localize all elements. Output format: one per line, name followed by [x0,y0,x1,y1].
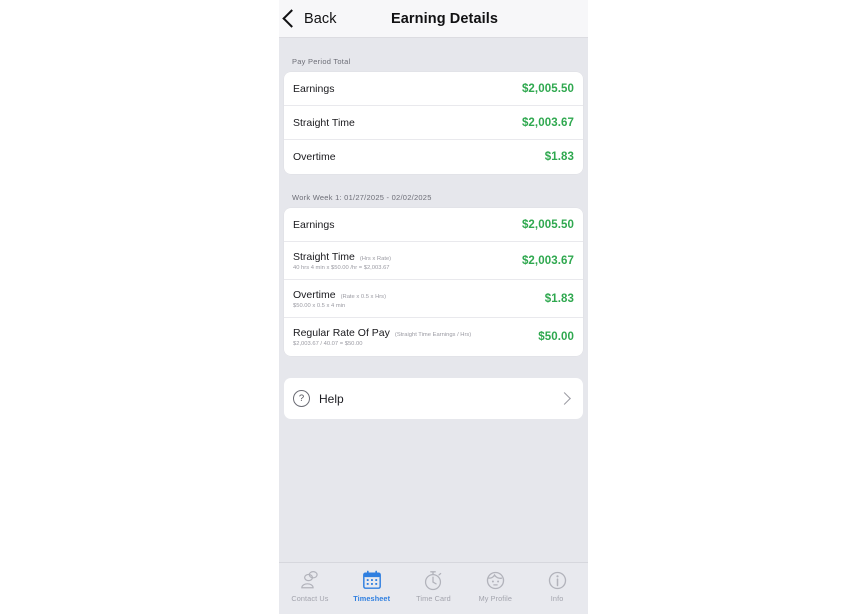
row-amount: $2,003.67 [521,116,574,129]
help-row[interactable]: ? Help [284,378,583,419]
tab-label: Info [550,594,564,603]
bottom-tab-bar: Contact Us Timesheet Time Card My Profil… [279,562,588,614]
tab-label: My Profile [478,594,512,603]
tab-info[interactable]: Info [526,569,588,603]
row-calculation: 40 hrs 4 min x $50.00 /hr = $2,003.67 [293,264,390,271]
chevron-left-icon [282,9,301,28]
tab-time-card[interactable]: Time Card [403,569,465,603]
row-label-group: Straight Time [293,117,355,129]
row-title-line: Straight Time (Hrs x Rate) [293,251,391,263]
pay-period-total-card: Earnings $2,005.50 Straight Time $2,003.… [284,72,583,174]
row-title-line: Overtime (Rate x 0.5 x Hrs) [293,289,386,301]
row-label-group: Regular Rate Of Pay (Straight Time Earni… [293,327,471,347]
table-row[interactable]: Straight Time (Hrs x Rate) 40 hrs 4 min … [284,242,583,280]
table-row[interactable]: Straight Time $2,003.67 [284,106,583,140]
section-header-work-week-1: Work Week 1: 01/27/2025 - 02/02/2025 [292,193,432,202]
row-label-group: Overtime (Rate x 0.5 x Hrs) $50.00 x 0.5… [293,289,386,309]
info-circle-icon [546,569,568,591]
tab-my-profile[interactable]: My Profile [464,569,526,603]
row-title: Earnings [293,82,335,95]
help-label: Help [319,391,344,406]
row-label-group: Earnings [293,83,334,95]
navigation-bar: Back Earning Details [279,0,588,38]
chevron-right-icon [558,392,571,405]
help-section: ? Help [284,356,583,419]
table-row[interactable]: Regular Rate Of Pay (Straight Time Earni… [284,318,583,356]
row-amount: $2,005.50 [521,82,574,95]
table-row[interactable]: Overtime $1.83 [284,140,583,174]
row-formula: (Hrs x Rate) [359,255,392,262]
row-title: Straight Time [293,250,355,263]
screenshot-stage: Back Earning Details Pay Period Total Ea… [0,0,866,614]
stopwatch-icon [422,569,444,591]
earning-details-scroll-area[interactable]: Pay Period Total Earnings $2,005.50 Stra… [279,38,588,562]
row-label-group: Straight Time (Hrs x Rate) 40 hrs 4 min … [293,251,391,271]
row-title: Overtime [293,288,336,301]
row-label-group: Earnings [293,219,334,231]
row-formula: (Rate x 0.5 x Hrs) [340,293,387,300]
row-title-line: Earnings [293,219,334,231]
row-amount: $2,005.50 [521,218,574,231]
row-formula: (Straight Time Earnings / Hrs) [394,332,472,338]
table-row[interactable]: Earnings $2,005.50 [284,208,583,242]
row-title: Regular Rate Of Pay [293,327,390,339]
tab-label: Time Card [416,594,451,603]
row-title-line: Overtime [293,151,336,163]
row-amount: $50.00 [538,331,574,343]
tab-label: Timesheet [353,594,391,603]
app-content-column: Back Earning Details Pay Period Total Ea… [279,0,588,614]
table-row[interactable]: Overtime (Rate x 0.5 x Hrs) $50.00 x 0.5… [284,280,583,318]
work-week-1-card: Earnings $2,005.50 Straight Time (Hrs x … [284,208,583,356]
section-header-pay-period-total: Pay Period Total [292,57,351,66]
row-label-group: Overtime [293,151,336,163]
row-title-line: Earnings [293,83,334,95]
row-title-line: Regular Rate Of Pay (Straight Time Earni… [293,327,471,339]
tab-contact-us[interactable]: Contact Us [279,569,341,603]
row-title: Earnings [293,218,335,231]
row-calculation: $2,003.67 / 40.07 = $50.00 [293,341,363,347]
row-amount: $1.83 [544,292,574,305]
tab-timesheet[interactable]: Timesheet [341,569,403,603]
calendar-icon [361,569,383,591]
back-button-label: Back [304,10,337,27]
row-calculation: $50.00 x 0.5 x 4 min [293,302,346,309]
row-amount: $1.83 [544,151,574,163]
table-row[interactable]: Earnings $2,005.50 [284,72,583,106]
question-circle-icon: ? [293,390,310,407]
row-title: Overtime [293,151,336,163]
row-title-line: Straight Time [293,117,355,129]
tab-label: Contact Us [291,594,329,603]
back-button[interactable]: Back [279,9,337,28]
contact-us-icon [299,569,321,591]
row-title: Straight Time [293,116,355,129]
row-amount: $2,003.67 [521,254,574,267]
face-icon [484,569,506,591]
